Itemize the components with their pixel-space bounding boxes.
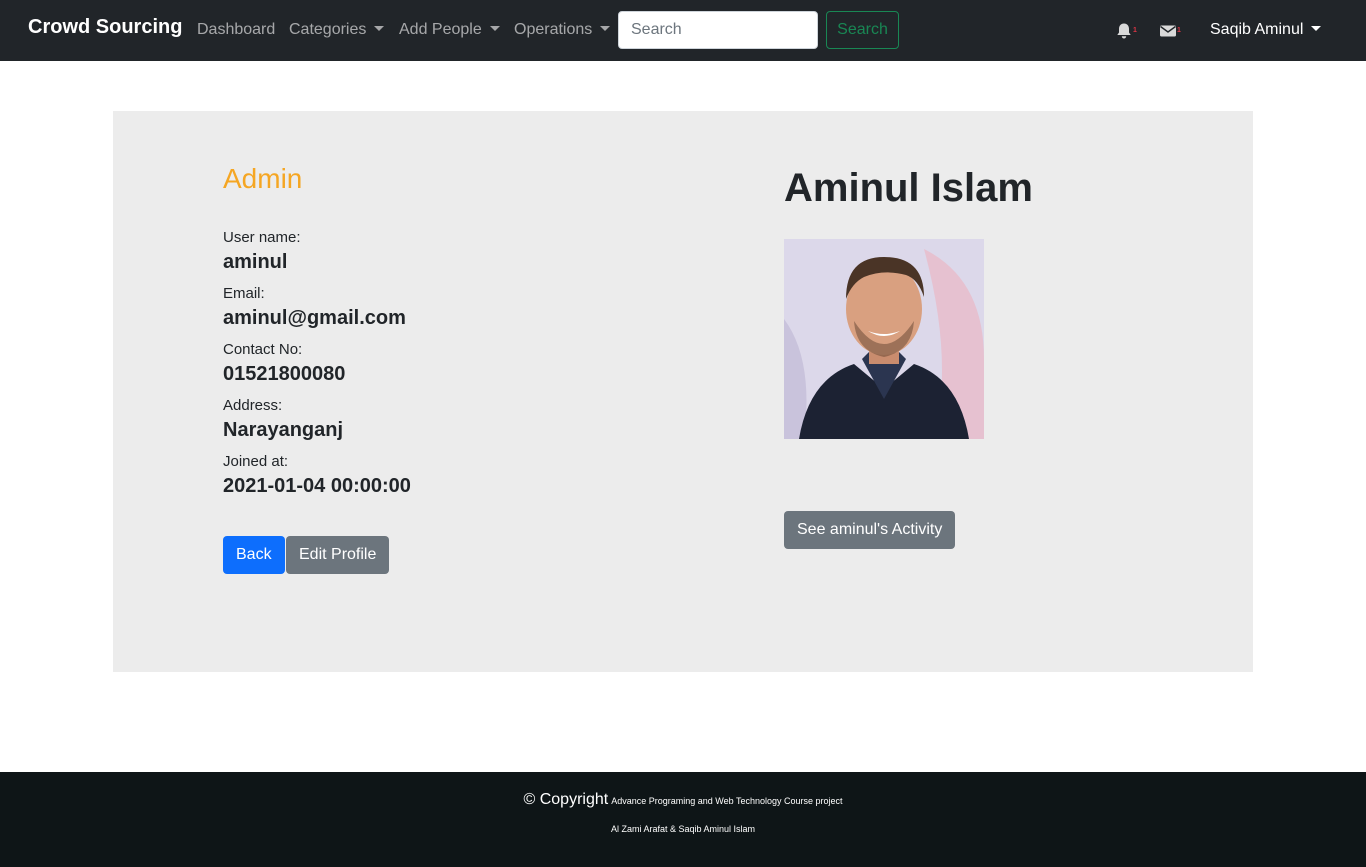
footer-copyright-line: © Copyright Advance Programing and Web Te… [0,791,1366,809]
chevron-down-icon [489,26,500,31]
nav-dashboard-label: Dashboard [197,21,276,38]
nav-categories-label: Categories [289,21,367,38]
top-navbar: Crowd Sourcing Dashboard Categories Add … [0,0,1366,61]
page-footer: © Copyright Advance Programing and Web Te… [0,772,1366,867]
search-input[interactable] [618,11,818,49]
address-value: Narayanganj [223,419,344,441]
username-label: User name: [223,229,301,246]
messages-button[interactable]: 1 [1159,22,1181,40]
chevron-down-icon [1311,26,1322,31]
nav-operations-label: Operations [514,21,593,38]
contact-label: Contact No: [223,341,303,358]
copyright-text: © Copyright [523,791,609,808]
footer-authors: Al Zami Arafat & Saqib Aminul Islam [610,824,756,834]
joined-label: Joined at: [223,453,289,470]
chevron-down-icon [600,26,611,31]
notification-count-badge: 1 [1133,27,1137,34]
brand-link[interactable]: Crowd Sourcing [28,16,182,39]
email-value: aminul@gmail.com [223,307,406,329]
see-activity-button[interactable]: See aminul's Activity [784,511,956,549]
nav-operations-dropdown[interactable]: Operations [514,21,611,39]
profile-avatar [784,239,984,439]
nav-add-people-label: Add People [399,21,482,38]
profile-card: Admin User name: aminul Email: aminul@gm… [113,111,1253,672]
profile-full-name: Aminul Islam [784,166,1033,210]
nav-add-people-dropdown[interactable]: Add People [399,21,500,39]
back-button[interactable]: Back [223,536,285,574]
edit-profile-button[interactable]: Edit Profile [286,536,390,574]
nav-dashboard[interactable]: Dashboard [197,21,275,39]
user-menu-dropdown[interactable]: Saqib Aminul [1210,21,1322,39]
user-name-label: Saqib Aminul [1210,21,1304,38]
chevron-down-icon [374,26,385,31]
notifications-button[interactable]: 1 [1115,22,1137,40]
search-button[interactable]: Search [826,11,899,49]
nav-categories-dropdown[interactable]: Categories [289,21,385,39]
username-value: aminul [223,251,288,273]
role-heading: Admin [223,163,303,194]
email-label: Email: [223,285,265,302]
address-label: Address: [223,397,283,414]
joined-value: 2021-01-04 00:00:00 [223,475,411,497]
contact-value: 01521800080 [223,363,346,385]
project-text: Advance Programing and Web Technology Co… [611,796,843,806]
message-count-badge: 1 [1177,27,1181,34]
